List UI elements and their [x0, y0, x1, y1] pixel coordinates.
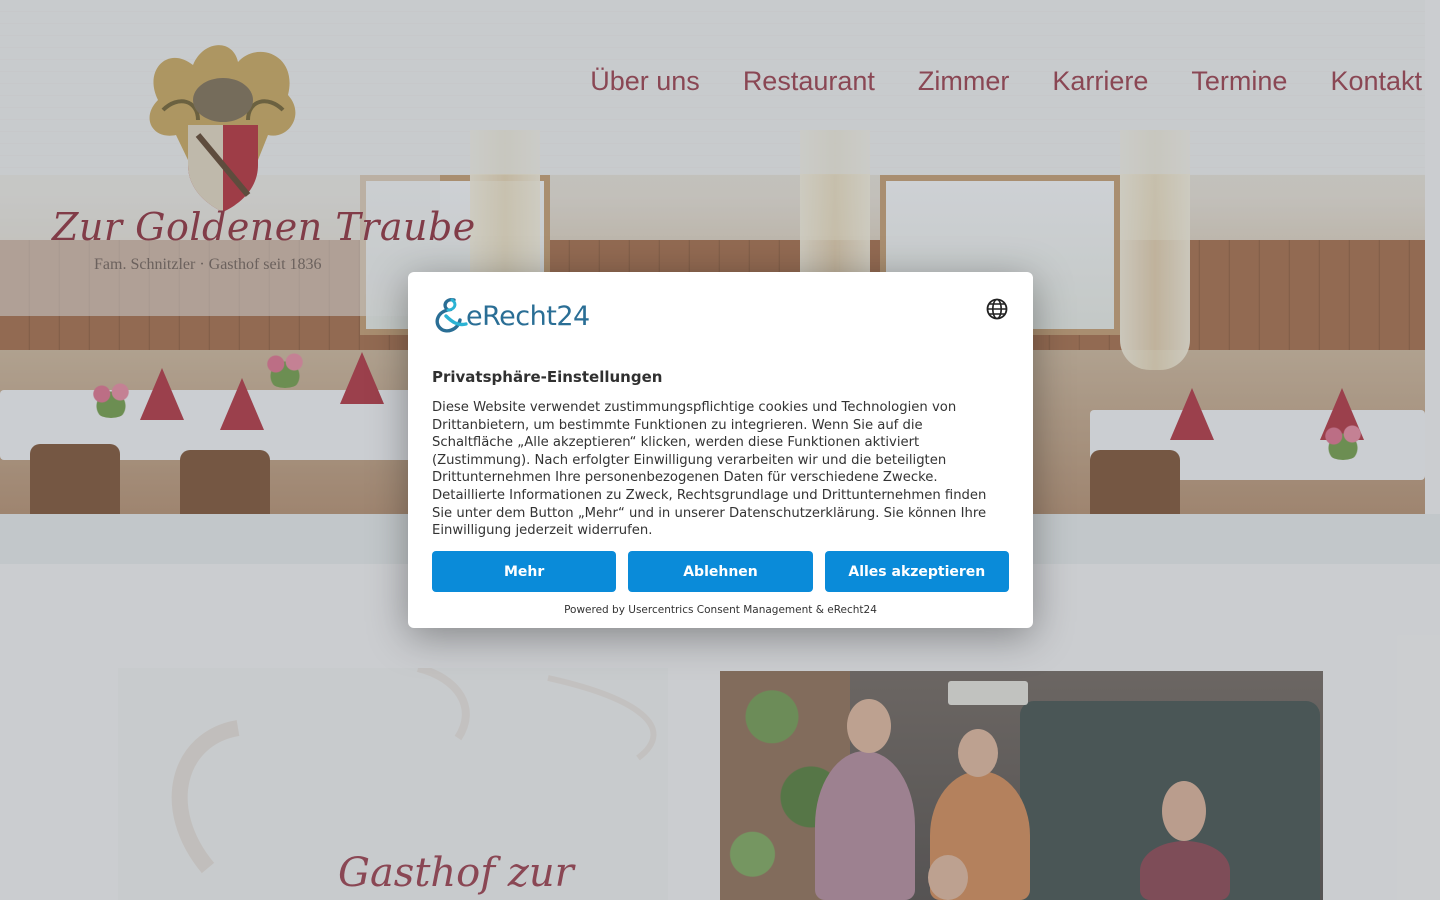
- globe-icon[interactable]: [985, 297, 1009, 321]
- accept-all-button[interactable]: Alles akzeptieren: [824, 551, 1009, 592]
- erecht24-mark-icon: [435, 298, 468, 333]
- dialog-body-text: Diese Website verwendet zustimmungspflic…: [432, 400, 987, 539]
- cookie-consent-dialog: eRecht24 Privatsphäre-Einstellungen Dies…: [408, 272, 1033, 628]
- erecht24-logo: eRecht24: [432, 296, 590, 336]
- dialog-button-row: Mehr Ablehnen Alles akzeptieren: [432, 551, 1009, 592]
- brand-name: eRecht24: [466, 300, 590, 332]
- dialog-title: Privatsphäre-Einstellungen: [432, 368, 663, 386]
- decline-button[interactable]: Ablehnen: [628, 551, 813, 592]
- powered-by-text: Powered by Usercentrics Consent Manageme…: [564, 604, 877, 616]
- more-button[interactable]: Mehr: [432, 551, 617, 592]
